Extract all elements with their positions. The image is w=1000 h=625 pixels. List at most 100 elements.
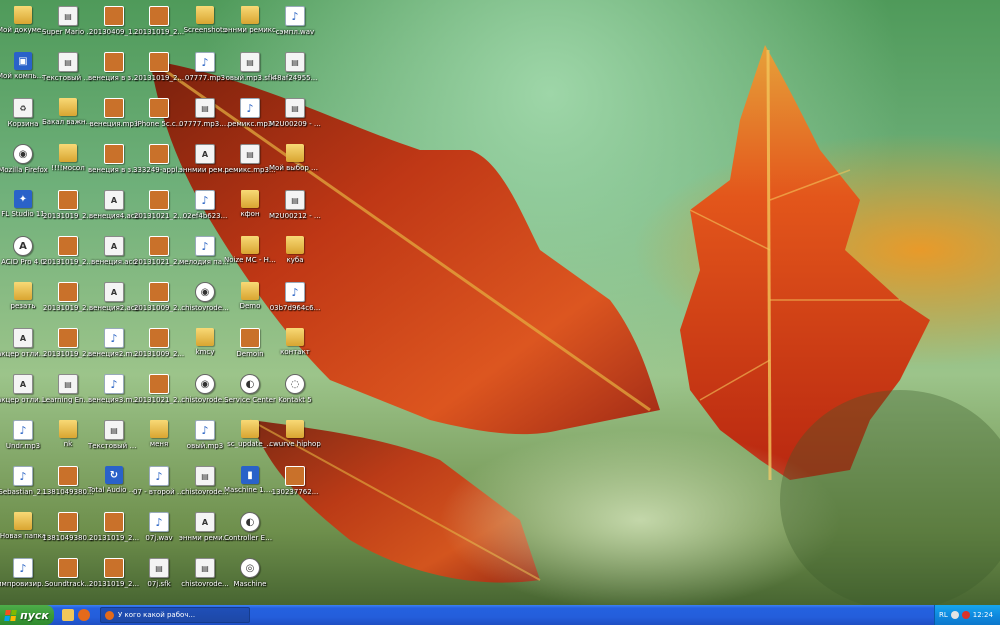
desktop-icon[interactable]: ♪ 03b7d964c6... bbox=[270, 280, 320, 326]
desktop-icon[interactable]: ▤ M2U00209 - YouTube ... bbox=[269, 96, 321, 142]
desktop-icon[interactable]: куба bbox=[272, 234, 318, 280]
start-button[interactable]: пуск bbox=[0, 605, 54, 625]
desktop-icon[interactable]: ▤ 07j.sfk bbox=[136, 556, 182, 602]
desktop-icon[interactable]: 20131021_2... bbox=[134, 234, 184, 280]
desktop-icon[interactable]: 20131019_2... bbox=[43, 326, 93, 372]
desktop-icon[interactable]: ▤ ремикс.mp3... bbox=[224, 142, 276, 188]
desktop-icon[interactable]: Aэннмии ремикс.acd bbox=[179, 142, 231, 188]
audio-icon: ♪ bbox=[104, 328, 124, 348]
desktop-icon[interactable]: эннми ремикс bbox=[224, 4, 276, 50]
desktop-icon[interactable]: резать bbox=[0, 280, 46, 326]
taskbar-window-button[interactable]: У кого какой рабоч... bbox=[100, 607, 250, 623]
desktop-icon[interactable]: Aвенеция2.acd bbox=[89, 280, 139, 326]
desktop-icon[interactable]: ◌ Kontakt 5 bbox=[272, 372, 318, 418]
desktop-icon[interactable]: Soundtrack... bbox=[45, 556, 91, 602]
desktop-icon[interactable]: 20131019_2... bbox=[134, 4, 184, 50]
network-icon[interactable] bbox=[950, 611, 959, 619]
desktop-icon[interactable]: 20131019_2... bbox=[42, 280, 94, 326]
desktop-icon[interactable]: 130237762... bbox=[272, 464, 318, 510]
desktop-icon[interactable]: ▤ Текстовый документ.txt bbox=[42, 50, 94, 96]
desktop-icon[interactable]: A ACID Pro 4.0 bbox=[0, 234, 46, 280]
desktop-icon[interactable]: Aэннми ремикс.acd.sfk bbox=[179, 510, 231, 556]
desktop-icon[interactable]: ◉ Mozilla Firefox bbox=[0, 142, 48, 188]
desktop-icon[interactable]: ♻ Корзина bbox=[0, 96, 46, 142]
desktop-icon[interactable]: Screenshots bbox=[182, 4, 228, 50]
desktop-icon[interactable]: ▣Мой компьютер bbox=[0, 50, 49, 96]
desktop-icon[interactable]: 20131019_2... bbox=[134, 50, 184, 96]
desktop-icon[interactable]: 1381049380... bbox=[42, 464, 94, 510]
desktop-icon[interactable]: ▤Текстовый докумен... bbox=[88, 418, 140, 464]
desktop-icon[interactable]: ▤ M2U00212 - YouTube ... bbox=[269, 188, 321, 234]
desktop-icon[interactable]: 20130409_1... bbox=[89, 4, 139, 50]
desktop-icon[interactable]: ♪ 07j.wav bbox=[136, 510, 182, 556]
desktop-icon[interactable]: 20131019_2... bbox=[89, 510, 139, 556]
desktop-icon[interactable]: ▤ chistovrode... bbox=[181, 464, 229, 510]
desktop-icon[interactable]: венеция в закате.mp3 bbox=[88, 50, 140, 96]
desktop-icon[interactable]: контакт bbox=[272, 326, 318, 372]
desktop-icon[interactable]: ▤ Learning English All in... bbox=[42, 372, 94, 418]
desktop-icon[interactable]: 20131019_2... bbox=[89, 556, 139, 602]
desktop-icon[interactable]: 20131019_2... bbox=[43, 234, 93, 280]
desktop-icon[interactable]: 20131021_2... bbox=[134, 372, 184, 418]
desktop-icon[interactable]: ♪ сэмпл.wav bbox=[272, 4, 318, 50]
desktop-icon[interactable]: ◉ chistovrode... bbox=[181, 280, 229, 326]
desktop-icon[interactable]: Aвенеция.acd bbox=[91, 234, 137, 280]
desktop-icon[interactable]: !!!!мосол bbox=[45, 142, 91, 188]
desktop-icon[interactable]: ↻Total Audio Converter bbox=[88, 464, 140, 510]
desktop-icon[interactable]: Aакцер отличный.acd bbox=[0, 372, 49, 418]
desktop-icon[interactable]: ♪ Sebastian_2... bbox=[0, 464, 48, 510]
desktop-icon[interactable]: ◉ chistovrode... bbox=[181, 372, 229, 418]
desktop-icon[interactable]: ▤ 07777.mp3.sfk bbox=[179, 96, 231, 142]
desktop-icon[interactable]: ◐ Service Center bbox=[224, 372, 276, 418]
desktop-icon[interactable]: ✦ FL Studio 11 bbox=[0, 188, 46, 234]
desktop-icon[interactable]: 20131009_2... bbox=[134, 326, 184, 372]
desktop-icon[interactable]: ◎ Maschine bbox=[227, 556, 273, 602]
desktop-icon[interactable]: sc_update_... bbox=[227, 418, 273, 464]
folder-icon[interactable] bbox=[62, 609, 74, 621]
desktop-icon[interactable]: ♪ овый.mp3 bbox=[182, 418, 228, 464]
clock[interactable]: 12:24 bbox=[973, 611, 993, 619]
desktop-icon[interactable]: ♪импровизированный... bbox=[0, 556, 49, 602]
desktop-icon[interactable]: Новая папка bbox=[0, 510, 46, 556]
desktop-icon[interactable]: Мой выбор ненавидеть bbox=[269, 142, 321, 188]
desktop-icon[interactable]: ▤ овый.mp3.sfk bbox=[226, 50, 274, 96]
desktop-icon[interactable]: венеция в закате.mp3.sfk bbox=[88, 142, 140, 188]
antivirus-icon[interactable] bbox=[961, 611, 970, 619]
desktop-icon[interactable]: kmcy bbox=[182, 326, 228, 372]
desktop-icon[interactable]: cwurve hiphop bbox=[269, 418, 321, 464]
desktop-icon[interactable]: ♪ 02ef4b623... bbox=[182, 188, 228, 234]
desktop-icon[interactable]: ▤ Super Mario 64 (E) (M3) [!]... bbox=[42, 4, 94, 50]
desktop-icon[interactable]: ♪ Undr.mp3 bbox=[0, 418, 46, 464]
desktop-icon[interactable]: iPhone 5c.c... bbox=[136, 96, 182, 142]
desktop-icon[interactable]: ♪ венеция3.mp3 bbox=[88, 372, 140, 418]
desktop-icon[interactable]: меня bbox=[136, 418, 182, 464]
desktop-icon-label: 20131009_2... bbox=[133, 304, 185, 312]
desktop-icon[interactable]: ♪ 07777.mp3 bbox=[182, 50, 228, 96]
desktop-icon[interactable]: 1381049380... bbox=[42, 510, 94, 556]
desktop-icon[interactable]: Aвенеция4.acd bbox=[89, 188, 139, 234]
desktop-icon[interactable]: 20131021_2... bbox=[134, 188, 184, 234]
desktop-icon[interactable]: 20131019_2... bbox=[43, 188, 93, 234]
desktop-icon[interactable]: 333249-apple... bbox=[133, 142, 185, 188]
desktop-icon[interactable]: ♪ ремикс.mp3 bbox=[227, 96, 273, 142]
firefox-icon[interactable] bbox=[78, 609, 90, 621]
desktop-icon[interactable]: Demoin bbox=[227, 326, 273, 372]
desktop-icon[interactable]: ▤ chistovrode... bbox=[181, 556, 229, 602]
desktop-icon[interactable]: nk bbox=[45, 418, 91, 464]
desktop-icon-label: 20131019_2... bbox=[42, 304, 94, 312]
desktop-icon[interactable]: ▮Maschine 1.8.2 Set... bbox=[224, 464, 276, 510]
desktop-icon[interactable]: Demo bbox=[227, 280, 273, 326]
desktop-icon[interactable]: Мой документы bbox=[0, 4, 49, 50]
desktop-icon[interactable]: Noize MC - Неразберих... bbox=[224, 234, 276, 280]
desktop-icon[interactable]: 20131009_2... bbox=[133, 280, 185, 326]
desktop-icon[interactable]: ♪ 07 - второй раз (ЕСЛИ... bbox=[133, 464, 185, 510]
desktop-icon[interactable]: ♪мелодия пасховы... bbox=[179, 234, 231, 280]
desktop-icon[interactable]: ▤ 48af24955... bbox=[272, 50, 318, 96]
desktop-icon[interactable]: ◐ Controller Editor bbox=[224, 510, 276, 556]
desktop-icon[interactable]: венеция.mp3 bbox=[90, 96, 138, 142]
language-indicator[interactable]: RL bbox=[939, 611, 948, 619]
desktop-icon[interactable]: Aакцер отличный.acd bbox=[0, 326, 49, 372]
desktop-icon[interactable]: ♪ венеция2.mp3 bbox=[88, 326, 140, 372]
desktop-icon[interactable]: Бакал важное bbox=[42, 96, 94, 142]
desktop-icon[interactable]: кфон bbox=[227, 188, 273, 234]
